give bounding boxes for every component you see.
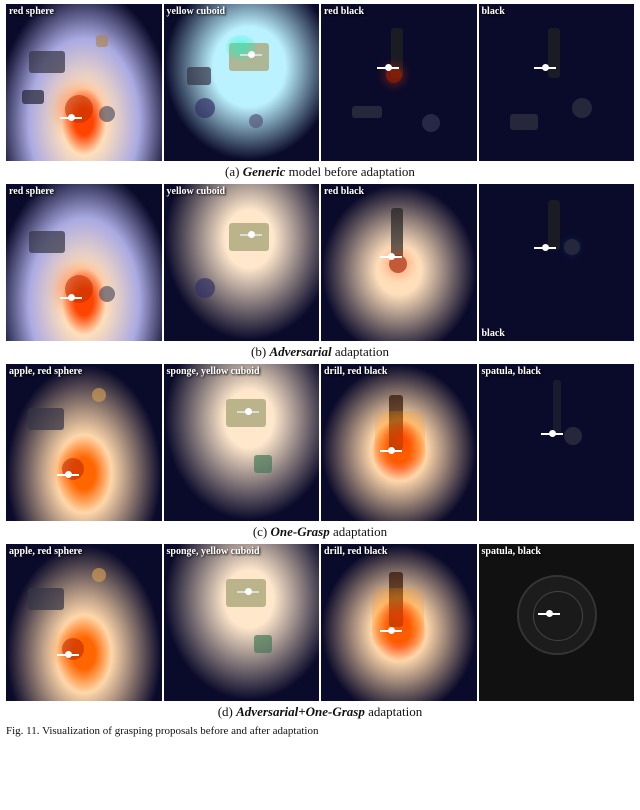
label-d3: drill, red black (324, 546, 387, 557)
cell-d3: drill, red black (321, 544, 477, 701)
label-a1: red sphere (9, 6, 54, 17)
cell-d2: sponge, yellow cuboid (164, 544, 320, 701)
page: red sphere yellow cuboid (0, 0, 640, 742)
label-c3: drill, red black (324, 366, 387, 377)
cell-c3: drill, red black (321, 364, 477, 521)
cell-d1: apple, red sphere (6, 544, 162, 701)
row-a: red sphere yellow cuboid (6, 4, 634, 161)
caption-a-word: Generic (243, 164, 286, 179)
label-d1: apple, red sphere (9, 546, 82, 557)
row-b: red sphere yellow cuboid red black black (6, 184, 634, 341)
caption-a-prefix: (a) (225, 164, 239, 179)
caption-b-suffix: adaptation (335, 344, 389, 359)
cell-b3: red black (321, 184, 477, 341)
label-c4: spatula, black (482, 366, 541, 377)
label-b4: black (482, 328, 505, 339)
label-b3: red black (324, 186, 364, 197)
cell-c4: spatula, black (479, 364, 635, 521)
section-c: apple, red sphere sponge, yellow cuboid … (6, 364, 634, 540)
caption-c-suffix: adaptation (333, 524, 387, 539)
cell-a2: yellow cuboid (164, 4, 320, 161)
label-d4: spatula, black (482, 546, 541, 557)
section-a: red sphere yellow cuboid (6, 4, 634, 180)
cell-d4: spatula, black (479, 544, 635, 701)
cell-c1: apple, red sphere (6, 364, 162, 521)
cell-a3: red black (321, 4, 477, 161)
caption-c: (c) One-Grasp adaptation (6, 524, 634, 540)
caption-b-word: Adversarial (269, 344, 331, 359)
caption-c-word: One-Grasp (271, 524, 330, 539)
label-a2: yellow cuboid (167, 6, 226, 17)
cell-c2: sponge, yellow cuboid (164, 364, 320, 521)
caption-c-prefix: (c) (253, 524, 267, 539)
cell-a4: black (479, 4, 635, 161)
caption-a: (a) Generic model before adaptation (6, 164, 634, 180)
label-c1: apple, red sphere (9, 366, 82, 377)
figure-caption: Fig. 11. Visualization of grasping propo… (6, 724, 634, 738)
caption-d-prefix: (d) (218, 704, 233, 719)
section-d: apple, red sphere sponge, yellow cuboid … (6, 544, 634, 720)
caption-d-word: Adversarial+One-Grasp (236, 704, 365, 719)
caption-d-suffix: adaptation (368, 704, 422, 719)
cell-b2: yellow cuboid (164, 184, 320, 341)
label-a4: black (482, 6, 505, 17)
label-b2: yellow cuboid (167, 186, 226, 197)
label-a3: red black (324, 6, 364, 17)
row-c: apple, red sphere sponge, yellow cuboid … (6, 364, 634, 521)
row-d: apple, red sphere sponge, yellow cuboid … (6, 544, 634, 701)
cell-b1: red sphere (6, 184, 162, 341)
label-b1: red sphere (9, 186, 54, 197)
caption-d: (d) Adversarial+One-Grasp adaptation (6, 704, 634, 720)
caption-b-prefix: (b) (251, 344, 266, 359)
caption-b: (b) Adversarial adaptation (6, 344, 634, 360)
label-c2: sponge, yellow cuboid (167, 366, 260, 377)
label-d2: sponge, yellow cuboid (167, 546, 260, 557)
cell-b4: black (479, 184, 635, 341)
section-b: red sphere yellow cuboid red black black (6, 184, 634, 360)
caption-a-suffix: model before adaptation (289, 164, 415, 179)
cell-a1: red sphere (6, 4, 162, 161)
